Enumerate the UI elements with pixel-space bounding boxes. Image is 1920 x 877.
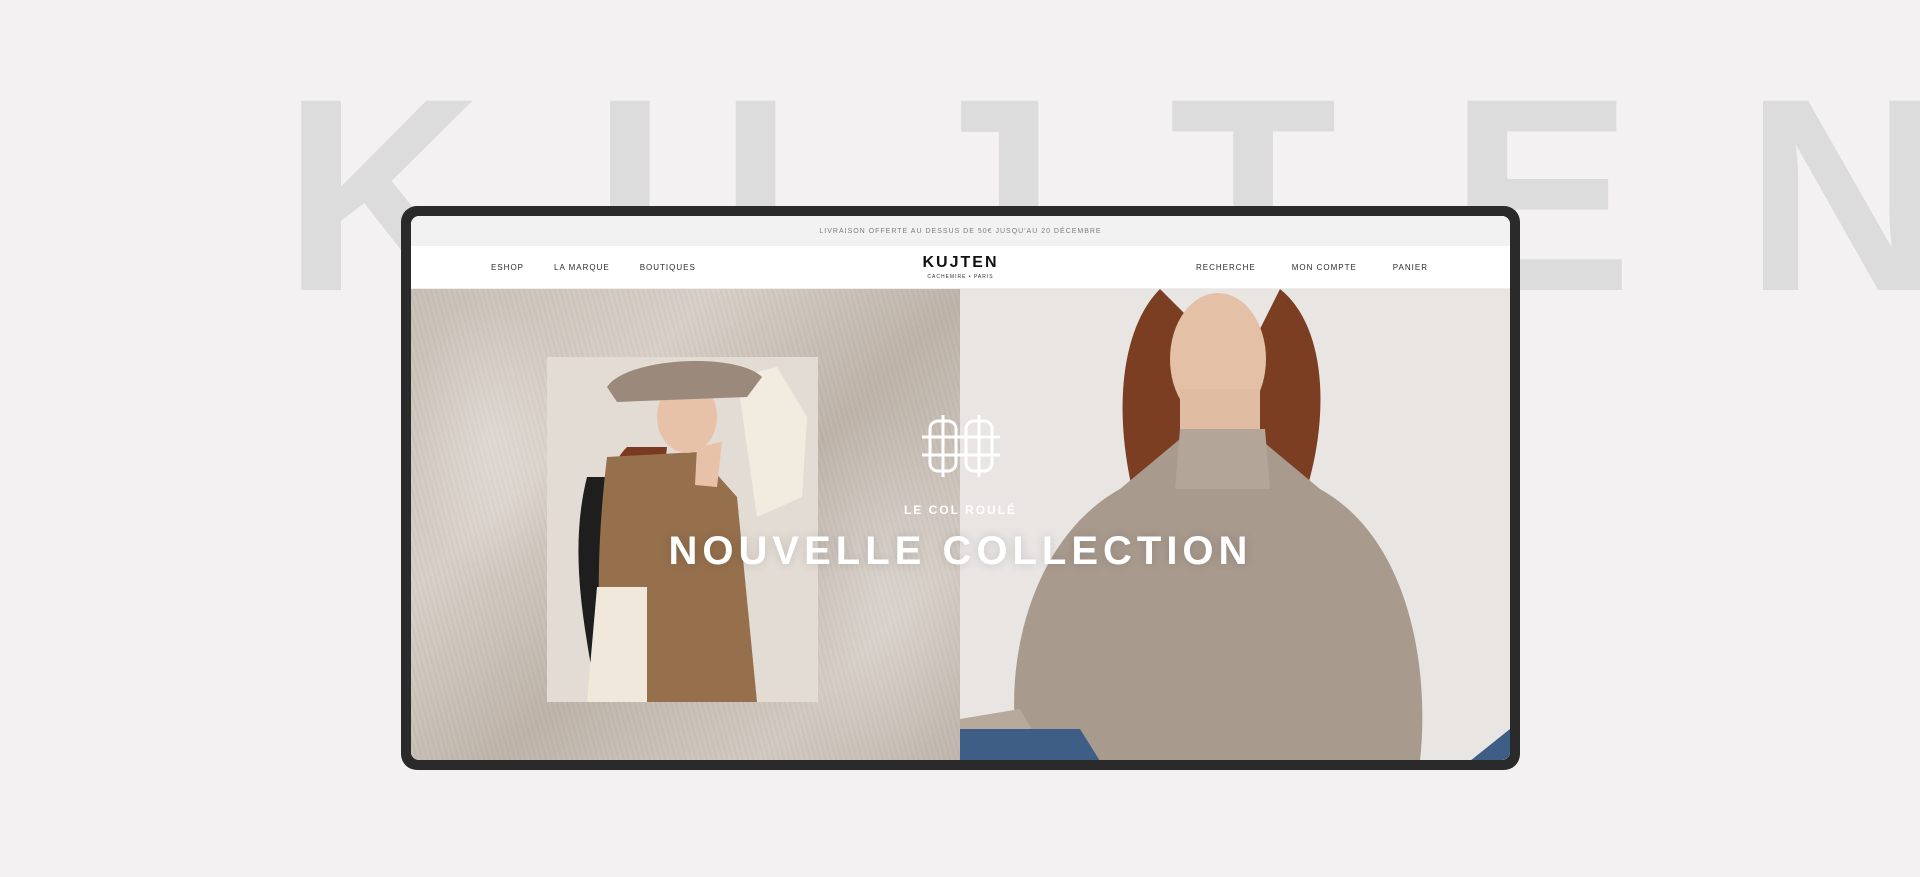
hero-knit-texture-image [411,289,960,760]
nav-link-recherche[interactable]: RECHERCHE [1196,263,1256,272]
device-frame: LIVRAISON OFFERTE AU DESSUS DE 50€ JUSQU… [401,206,1520,770]
nav-link-mon-compte[interactable]: MON COMPTE [1292,263,1357,272]
promo-bar: LIVRAISON OFFERTE AU DESSUS DE 50€ JUSQU… [411,216,1510,246]
hero-title[interactable]: NOUVELLE COLLECTION [669,529,1253,574]
hero-banner[interactable]: LE COL ROULÉ NOUVELLE COLLECTION [411,289,1510,760]
brand-logo-tagline: CACHEMIRE • PARIS [927,274,994,280]
nav-link-boutiques[interactable]: BOUTIQUES [640,263,696,272]
nav-link-eshop[interactable]: ESHOP [491,263,524,272]
model-turtleneck-illustration [960,289,1510,760]
brand-logo-name: KUJTEN [922,254,999,271]
brand-logo[interactable]: KUJTEN CACHEMIRE • PARIS [922,254,999,281]
nav-link-la-marque[interactable]: LA MARQUE [554,263,610,272]
nav-right-group: RECHERCHE MON COMPTE PANIER [1196,246,1428,288]
hero-model-turtleneck-image [960,289,1510,760]
website-screen: LIVRAISON OFFERTE AU DESSUS DE 50€ JUSQU… [411,216,1510,760]
nav-left-group: ESHOP LA MARQUE BOUTIQUES [491,246,696,288]
promo-text: LIVRAISON OFFERTE AU DESSUS DE 50€ JUSQU… [819,227,1102,235]
nav-link-panier[interactable]: PANIER [1393,263,1428,272]
hero-subtitle: LE COL ROULÉ [903,503,1018,517]
main-nav: ESHOP LA MARQUE BOUTIQUES KUJTEN CACHEMI… [411,246,1510,289]
showcase-stage: KUJTEN LIVRAISON OFFERTE AU DESSUS DE 50… [0,0,1920,877]
